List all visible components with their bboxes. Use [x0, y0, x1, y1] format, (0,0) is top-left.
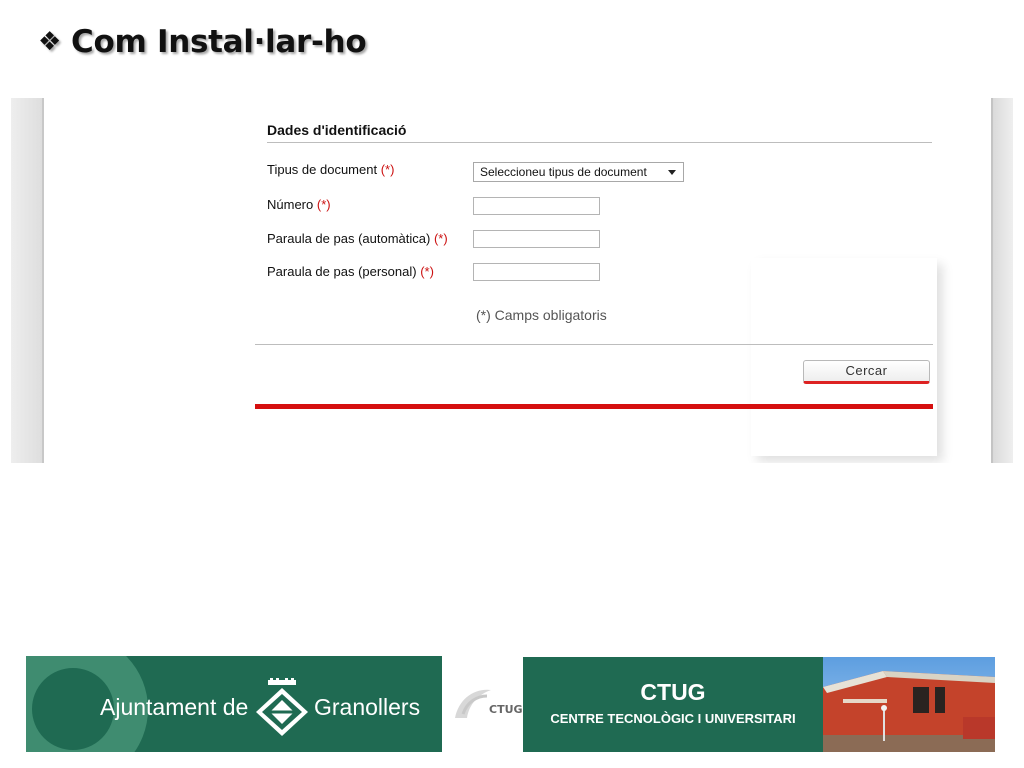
slide-title: ❖ Com Instal·lar-ho: [38, 24, 367, 60]
granollers-text: Granollers: [314, 694, 421, 720]
required-mark: (*): [316, 197, 331, 212]
label-auto-password: Paraula de pas (automàtica) (*): [267, 231, 448, 246]
ctug-title: CTUG: [640, 679, 706, 705]
ajuntament-text: Ajuntament de: [100, 694, 249, 720]
label-document-type: Tipus de document (*): [267, 162, 395, 177]
form-header: Dades d'identificació: [267, 122, 932, 143]
ajuntament-granollers-logo: Ajuntament de Granollers: [26, 656, 442, 752]
ctug-subtitle: CENTRE TECNOLÒGIC I UNIVERSITARI: [550, 711, 796, 726]
form-screenshot: Dades d'identificació Tipus de document …: [11, 98, 1013, 463]
identification-form: Dades d'identificació Tipus de document …: [255, 98, 933, 463]
auto-password-input[interactable]: [473, 230, 600, 248]
required-mark: (*): [380, 162, 395, 177]
required-mark: (*): [433, 231, 448, 246]
dropdown-arrow-icon: [668, 170, 676, 175]
form-divider: [255, 344, 933, 345]
document-type-select[interactable]: Seleccioneu tipus de document: [473, 162, 684, 182]
label-number: Número (*): [267, 197, 331, 212]
ctug-banner: CTUG CENTRE TECNOLÒGIC I UNIVERSITARI: [523, 657, 823, 752]
personal-password-input[interactable]: [473, 263, 600, 281]
left-gutter: [11, 98, 44, 463]
required-fields-note: (*) Camps obligatoris: [476, 307, 607, 323]
building-photo: [823, 657, 995, 752]
slide-title-text: Com Instal·lar-ho: [71, 24, 367, 60]
label-personal-password: Paraula de pas (personal) (*): [267, 264, 434, 279]
red-accent-bar: [255, 404, 933, 409]
search-button[interactable]: Cercar: [803, 360, 930, 384]
number-input[interactable]: [473, 197, 600, 215]
ctug-small-logo-text: CTUG: [489, 703, 523, 716]
diamond-bullet-icon: ❖: [38, 27, 62, 57]
document-type-value: Seleccioneu tipus de document: [480, 165, 647, 179]
right-gutter: [991, 98, 1013, 463]
granollers-emblem-icon: [256, 678, 308, 736]
required-mark: (*): [420, 264, 434, 279]
